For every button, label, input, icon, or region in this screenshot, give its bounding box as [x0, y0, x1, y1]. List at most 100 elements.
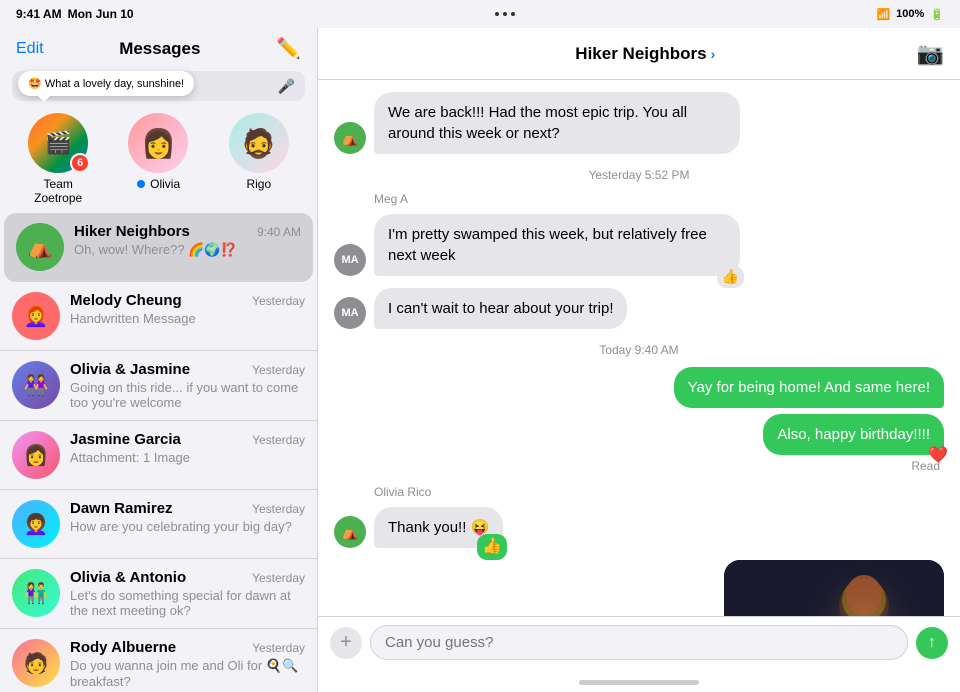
pinned-contact-olivia[interactable]: 👩 Olivia — [118, 113, 198, 205]
msg-row-m4: Yay for being home! And same here! — [334, 367, 944, 408]
chat-area: Hiker Neighbors › 📷 ⛺ We are back!!! Had… — [318, 28, 960, 692]
reaction-thumbs-m6: 👍 — [477, 534, 507, 560]
pinned-name-olivia: Olivia — [137, 177, 180, 191]
msg-row-m2: MA I'm pretty swamped this week, but rel… — [334, 214, 944, 276]
messages-scroll[interactable]: ⛺ We are back!!! Had the most epic trip.… — [318, 80, 960, 616]
msg-sender-m6: Olivia Rico — [374, 485, 944, 499]
tooltip-team-zoetrope: 🤩 What a lovely day, sunshine! — [18, 71, 194, 96]
time-display: 9:41 AM — [16, 7, 62, 21]
dot1 — [495, 12, 499, 16]
sidebar-header: Edit Messages ✏️ — [0, 28, 317, 65]
msg-bubble-m6: Thank you!! 😝 👍 — [374, 507, 503, 548]
conv-item-melody[interactable]: 👩‍🦰 Melody Cheung Yesterday Handwritten … — [0, 282, 317, 351]
msg-timestamp-m1: Yesterday 5:52 PM — [334, 168, 944, 182]
mic-icon[interactable]: 🎤 — [278, 78, 295, 95]
msg-row-m6: ⛺ Thank you!! 😝 👍 — [334, 507, 944, 548]
pinned-contact-rigo[interactable]: 🧔 Rigo — [219, 113, 299, 205]
conv-content-dawn: Dawn Ramirez Yesterday How are you celeb… — [70, 500, 305, 534]
msg-row-m3: MA I can't wait to hear about your trip! — [334, 288, 944, 329]
conv-content-jasmine: Jasmine Garcia Yesterday Attachment: 1 I… — [70, 431, 305, 465]
compose-button[interactable]: ✏️ — [276, 36, 301, 61]
conv-name-hiker: Hiker Neighbors — [74, 223, 190, 240]
msg-timestamp-m4: Today 9:40 AM — [334, 343, 944, 357]
input-bar: + ↑ — [318, 616, 960, 672]
conv-item-olivia-antonio[interactable]: 👫 Olivia & Antonio Yesterday Let's do so… — [0, 559, 317, 629]
conv-item-jasmine[interactable]: 👩 Jasmine Garcia Yesterday Attachment: 1… — [0, 421, 317, 490]
msg-avatar-m1: ⛺ — [334, 122, 366, 154]
badge-team-zoetrope: 6 — [70, 153, 90, 173]
chat-title: Hiker Neighbors — [575, 44, 706, 64]
msg-avatar-m3: MA — [334, 297, 366, 329]
conv-avatar-olivia-antonio: 👫 — [12, 569, 60, 617]
conv-avatar-rody: 🧑 — [12, 639, 60, 687]
msg-row-m7 — [334, 560, 944, 616]
msg-bubble-m1: We are back!!! Had the most epic trip. Y… — [374, 92, 740, 154]
chat-image-m7 — [724, 560, 944, 616]
conv-preview-dawn: How are you celebrating your big day? — [70, 519, 305, 534]
sidebar: Edit Messages ✏️ 🔍 Search 🎤 🎬 6 🤩 Wha — [0, 28, 318, 692]
send-button[interactable]: ↑ — [916, 627, 948, 659]
msg-bubble-m5: Also, happy birthday!!!! ❤️ — [763, 414, 944, 455]
dot3 — [511, 12, 515, 16]
conv-item-olivia-jasmine[interactable]: 👭 Olivia & Jasmine Yesterday Going on th… — [0, 351, 317, 421]
conv-item-hiker-neighbors[interactable]: ⛺ Hiker Neighbors 9:40 AM Oh, wow! Where… — [4, 213, 313, 282]
avatar-olivia: 👩 — [128, 113, 188, 173]
message-input[interactable] — [370, 625, 908, 660]
conv-content-rody: Rody Albuerne Yesterday Do you wanna joi… — [70, 639, 305, 689]
video-call-button[interactable]: 📷 — [917, 41, 944, 67]
conv-content-olivia-jasmine: Olivia & Jasmine Yesterday Going on this… — [70, 361, 305, 410]
conv-item-dawn[interactable]: 👩‍🦱 Dawn Ramirez Yesterday How are you c… — [0, 490, 317, 559]
pinned-name-rigo: Rigo — [246, 177, 271, 191]
conv-avatar-hiker: ⛺ — [16, 223, 64, 271]
conv-avatar-dawn: 👩‍🦱 — [12, 500, 60, 548]
conv-header-hiker: Hiker Neighbors 9:40 AM — [74, 223, 301, 240]
reaction-heart-m5: ❤️ — [928, 445, 948, 467]
pinned-contact-team-zoetrope[interactable]: 🎬 6 🤩 What a lovely day, sunshine! Team … — [18, 113, 98, 205]
conv-avatar-melody: 👩‍🦰 — [12, 292, 60, 340]
msg-avatar-m2: MA — [334, 244, 366, 276]
msg-bubble-m3: I can't wait to hear about your trip! — [374, 288, 627, 329]
conv-name-olivia-jasmine: Olivia & Jasmine — [70, 361, 190, 378]
home-bar — [579, 680, 699, 685]
chat-image-person — [724, 560, 944, 616]
conv-time-rody: Yesterday — [252, 641, 305, 655]
sidebar-title: Messages — [44, 39, 277, 59]
status-right: 📶 100% 🔋 — [876, 8, 944, 21]
reaction-thumbs-m2: 👍 — [717, 266, 744, 288]
wifi-icon: 📶 — [876, 8, 890, 21]
avatar-rigo: 🧔 — [229, 113, 289, 173]
conv-time-olivia-jasmine: Yesterday — [252, 363, 305, 377]
avatar-wrap-team: 🎬 6 🤩 What a lovely day, sunshine! — [28, 113, 88, 173]
chat-title-wrap[interactable]: Hiker Neighbors › — [575, 44, 715, 64]
conv-content-melody: Melody Cheung Yesterday Handwritten Mess… — [70, 292, 305, 326]
conv-preview-olivia-jasmine: Going on this ride... if you want to com… — [70, 380, 305, 410]
msg-row-m1: ⛺ We are back!!! Had the most epic trip.… — [334, 92, 944, 154]
dot2 — [503, 12, 507, 16]
conv-time-olivia-antonio: Yesterday — [252, 571, 305, 585]
chevron-right-icon: › — [711, 46, 716, 62]
conv-item-rody[interactable]: 🧑 Rody Albuerne Yesterday Do you wanna j… — [0, 629, 317, 692]
pinned-name-team-zoetrope: Team Zoetrope — [18, 177, 98, 205]
pinned-contacts-row: 🎬 6 🤩 What a lovely day, sunshine! Team … — [0, 109, 317, 213]
blue-dot-olivia — [137, 180, 145, 188]
conv-content-olivia-antonio: Olivia & Antonio Yesterday Let's do some… — [70, 569, 305, 618]
conv-preview-hiker: Oh, wow! Where?? 🌈🌍⁉️ — [74, 242, 301, 258]
status-center — [495, 12, 515, 16]
conv-name-rody: Rody Albuerne — [70, 639, 176, 656]
send-icon: ↑ — [928, 634, 936, 652]
add-attachment-button[interactable]: + — [330, 627, 362, 659]
conv-preview-rody: Do you wanna join me and Oli for 🍳🔍 brea… — [70, 658, 305, 689]
conv-time-hiker: 9:40 AM — [257, 225, 301, 239]
read-receipt-m5: Read — [334, 459, 940, 473]
status-time: 9:41 AM Mon Jun 10 — [16, 7, 134, 21]
conv-preview-olivia-antonio: Let's do something special for dawn at t… — [70, 588, 305, 618]
conv-name-jasmine: Jasmine Garcia — [70, 431, 181, 448]
conv-avatar-olivia-jasmine: 👭 — [12, 361, 60, 409]
conv-name-dawn: Dawn Ramirez — [70, 500, 173, 517]
conv-avatar-jasmine: 👩 — [12, 431, 60, 479]
edit-button[interactable]: Edit — [16, 40, 44, 58]
battery-display: 100% — [896, 8, 924, 20]
conversation-list: ⛺ Hiker Neighbors 9:40 AM Oh, wow! Where… — [0, 213, 317, 692]
battery-icon: 🔋 — [930, 8, 944, 21]
chat-header: Hiker Neighbors › 📷 — [318, 28, 960, 80]
